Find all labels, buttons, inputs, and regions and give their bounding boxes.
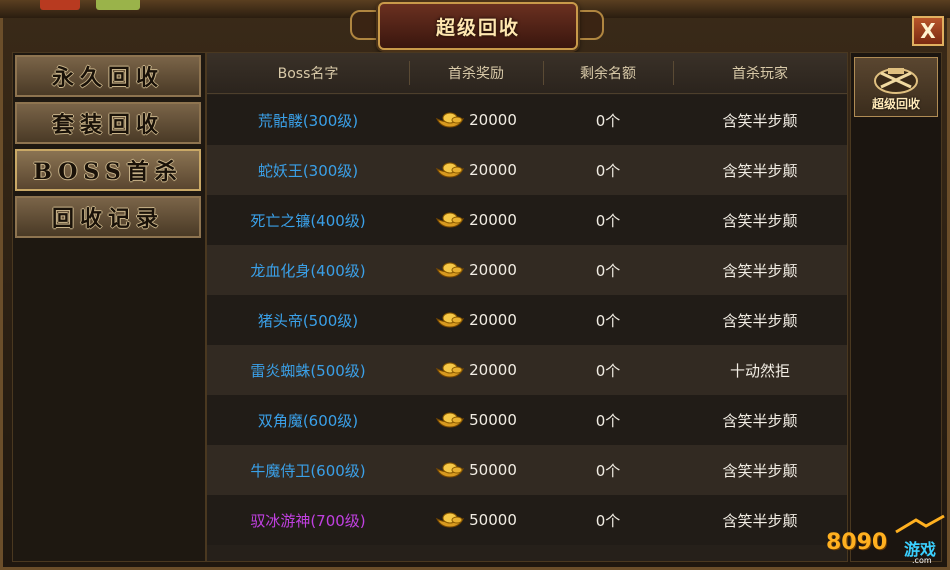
first-kill-player: 含笑半步颠 [722,211,798,230]
scene-fragment [40,0,80,10]
first-kill-player: 含笑半步颠 [722,261,798,280]
close-button[interactable]: X [912,16,944,46]
gold-ingot-icon [436,262,465,278]
boss-name: 牛魔侍卫(600级) [250,461,366,480]
menu-label: BOSS首杀 [33,159,183,185]
gold-ingot-icon [436,112,465,128]
reward-cell: 50000 [409,445,543,495]
remaining-slots: 0个 [595,261,621,280]
close-icon: X [920,19,936,43]
gold-ingot-icon [436,362,465,378]
recycle-emblem-icon [874,68,918,94]
left-menu: 永久回收 套装回收 BOSS首杀 回收记录 [12,52,206,562]
first-kill-player: 含笑半步颠 [722,511,798,530]
remaining-slots: 0个 [595,161,621,180]
first-kill-player: 十动然拒 [729,361,790,380]
remaining-slots: 0个 [595,111,621,130]
header-reward: 首杀奖励 [448,66,504,82]
gold-ingot-icon [436,412,465,428]
table-row: 双角魔(600级) 50000 0个 含笑半步颠 [207,395,847,445]
menu-set-recycle[interactable]: 套装回收 [15,102,201,144]
boss-name: 雷炎蜘蛛(500级) [250,361,366,380]
reward-amount: 50000 [469,461,517,479]
boss-name: 死亡之镰(400级) [250,211,366,230]
window-title-plate: 超级回收 [378,2,578,50]
table-row: 驭冰游神(700级) 50000 0个 含笑半步颠 [207,495,847,545]
table-row: 雷炎蜘蛛(500级) 20000 0个 十动然拒 [207,345,847,395]
header-boss-name: Boss名字 [277,66,339,82]
remaining-slots: 0个 [595,211,621,230]
reward-cell: 20000 [409,145,543,195]
table-row: 猪头帝(500级) 20000 0个 含笑半步颠 [207,295,847,345]
menu-permanent-recycle[interactable]: 永久回收 [15,55,201,97]
reward-cell: 20000 [409,345,543,395]
header-player: 首杀玩家 [732,66,788,82]
reward-cell: 20000 [409,95,543,145]
menu-label: 套装回收 [51,112,164,138]
reward-amount: 20000 [469,211,517,229]
header-remaining: 剩余名额 [580,66,636,82]
boss-name: 荒骷髅(300级) [257,111,359,130]
menu-recycle-record[interactable]: 回收记录 [15,196,201,238]
reward-amount: 50000 [469,511,517,529]
boss-table: Boss名字 首杀奖励 剩余名额 首杀玩家 荒骷髅(300级) 20000 0个 含笑… [206,52,848,562]
logo-brand: 8090 [826,530,888,555]
gold-ingot-icon [436,312,465,328]
first-kill-player: 含笑半步颠 [722,461,798,480]
right-panel: 超级回收 [850,52,942,562]
table-row: 龙血化身(400级) 20000 0个 含笑半步颠 [207,245,847,295]
boss-name: 蛇妖王(300级) [257,161,359,180]
first-kill-player: 含笑半步颠 [722,111,798,130]
first-kill-player: 含笑半步颠 [722,411,798,430]
window-title: 超级回收 [435,16,520,39]
boss-name: 双角魔(600级) [257,411,359,430]
logo-domain: .com [912,556,932,565]
table-header: Boss名字 首杀奖励 剩余名额 首杀玩家 [207,53,847,94]
remaining-slots: 0个 [595,361,621,380]
gold-ingot-icon [436,512,465,528]
boss-name: 猪头帝(500级) [257,311,359,330]
reward-amount: 20000 [469,311,517,329]
super-recycle-button[interactable]: 超级回收 [854,57,938,117]
remaining-slots: 0个 [595,511,621,530]
reward-amount: 20000 [469,111,517,129]
reward-cell: 50000 [409,495,543,545]
menu-boss-first-kill[interactable]: BOSS首杀 [15,149,201,191]
site-logo: 8090 游戏 .com [826,514,946,565]
scene-fragment [96,0,140,10]
super-recycle-label: 超级回收 [871,97,920,111]
first-kill-player: 含笑半步颠 [722,311,798,330]
reward-cell: 20000 [409,245,543,295]
table-row: 牛魔侍卫(600级) 50000 0个 含笑半步颠 [207,445,847,495]
reward-amount: 50000 [469,411,517,429]
reward-cell: 20000 [409,195,543,245]
first-kill-player: 含笑半步颠 [722,161,798,180]
table-row: 蛇妖王(300级) 20000 0个 含笑半步颠 [207,145,847,195]
reward-amount: 20000 [469,361,517,379]
boss-name: 驭冰游神(700级) [250,511,366,530]
reward-cell: 50000 [409,395,543,445]
menu-label: 回收记录 [51,206,164,232]
remaining-slots: 0个 [595,311,621,330]
table-row: 荒骷髅(300级) 20000 0个 含笑半步颠 [207,95,847,145]
gold-ingot-icon [436,462,465,478]
gold-ingot-icon [436,212,465,228]
menu-label: 永久回收 [51,65,164,91]
gold-ingot-icon [436,162,465,178]
reward-amount: 20000 [469,161,517,179]
remaining-slots: 0个 [595,411,621,430]
reward-amount: 20000 [469,261,517,279]
table-row: 死亡之镰(400级) 20000 0个 含笑半步颠 [207,195,847,245]
boss-name: 龙血化身(400级) [250,261,366,280]
reward-cell: 20000 [409,295,543,345]
remaining-slots: 0个 [595,461,621,480]
